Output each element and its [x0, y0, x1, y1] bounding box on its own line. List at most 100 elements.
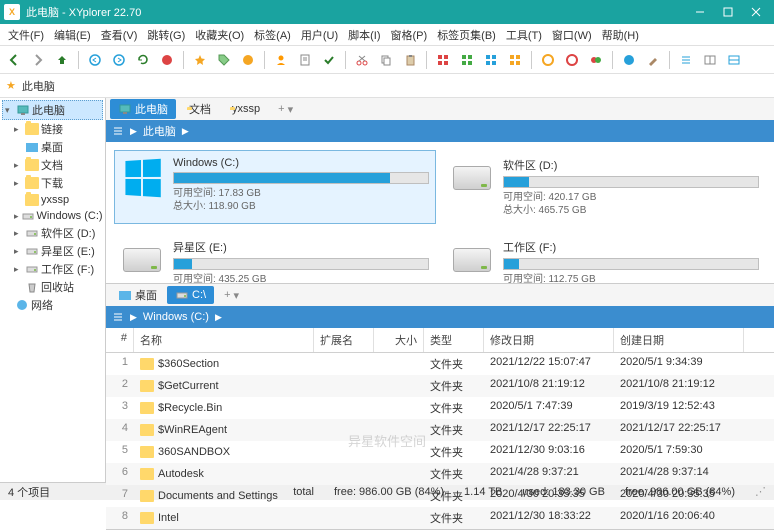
tree-item[interactable]: ▸工作区 (F:)	[2, 260, 103, 278]
script-icon[interactable]	[295, 50, 315, 70]
panel2-icon[interactable]	[724, 50, 744, 70]
table-row[interactable]: 1$360Section文件夹2021/12/22 15:07:472020/5…	[106, 353, 774, 375]
col-ext[interactable]: 扩展名	[314, 328, 374, 352]
tree-twisty-icon[interactable]: ▸	[14, 124, 23, 135]
tab[interactable]: 文档	[178, 99, 219, 119]
up-button[interactable]	[52, 50, 72, 70]
grid-red-icon[interactable]	[433, 50, 453, 70]
table-row[interactable]: 8Intel文件夹2021/12/30 18:33:222020/1/16 20…	[106, 507, 774, 529]
user-icon[interactable]	[271, 50, 291, 70]
minimize-button[interactable]	[686, 0, 714, 24]
breadcrumb-segment[interactable]: Windows (C:)	[143, 311, 209, 323]
grid-green-icon[interactable]	[457, 50, 477, 70]
hamburger-icon[interactable]	[112, 311, 124, 323]
table-row[interactable]: 4$WinREAgent文件夹2021/12/17 22:25:172021/1…	[106, 419, 774, 441]
menu-item[interactable]: 标签页集(B)	[433, 25, 500, 45]
tab-add-button[interactable]: + ▾	[270, 101, 301, 118]
file-list-header[interactable]: # 名称 扩展名 大小 类型 修改日期 创建日期	[106, 328, 774, 353]
menu-item[interactable]: 收藏夹(O)	[191, 25, 248, 45]
menu-item[interactable]: 窗格(P)	[387, 25, 432, 45]
tree-item[interactable]: ▸异星区 (E:)	[2, 242, 103, 260]
circle-red-icon[interactable]	[562, 50, 582, 70]
col-index[interactable]: #	[106, 328, 134, 352]
col-type[interactable]: 类型	[424, 328, 484, 352]
tag-icon[interactable]	[214, 50, 234, 70]
breadcrumb-segment[interactable]: 此电脑	[143, 123, 176, 139]
close-button[interactable]	[742, 0, 770, 24]
address-text[interactable]: 此电脑	[22, 78, 55, 94]
forward-button[interactable]	[28, 50, 48, 70]
menu-item[interactable]: 标签(A)	[250, 25, 295, 45]
hamburger-icon[interactable]	[112, 125, 124, 137]
star-icon[interactable]: ★	[6, 79, 16, 92]
tree-item[interactable]: 桌面	[2, 138, 103, 156]
resize-grip-icon[interactable]: ⋰	[755, 485, 766, 498]
menu-item[interactable]: 工具(T)	[502, 25, 546, 45]
menu-item[interactable]: 查看(V)	[97, 25, 142, 45]
col-name[interactable]: 名称	[134, 328, 314, 352]
drive-tile[interactable]: 软件区 (D:)可用空间: 420.17 GB总大小: 465.75 GB	[444, 150, 766, 224]
file-list-body[interactable]: 1$360Section文件夹2021/12/22 15:07:472020/5…	[106, 353, 774, 529]
tree-twisty-icon[interactable]: ▸	[14, 211, 19, 222]
table-row[interactable]: 5360SANDBOX文件夹2021/12/30 9:03:162020/5/1…	[106, 441, 774, 463]
tree-twisty-icon[interactable]: ▸	[14, 228, 23, 239]
tree-item[interactable]: yxssp	[2, 192, 103, 208]
stop-button[interactable]	[157, 50, 177, 70]
menu-item[interactable]: 编辑(E)	[50, 25, 95, 45]
tree-item[interactable]: ▾此电脑	[2, 100, 103, 120]
tree-twisty-icon[interactable]: ▾	[5, 105, 14, 116]
tree-twisty-icon[interactable]: ▸	[14, 264, 23, 275]
circle-yellow-icon[interactable]	[538, 50, 558, 70]
drive-tile[interactable]: 工作区 (F:)可用空间: 112.75 GB总大小: 118.90 GB	[444, 232, 766, 283]
menu-item[interactable]: 脚本(I)	[344, 25, 384, 45]
tree-twisty-icon[interactable]: ▸	[14, 178, 23, 189]
tree-item[interactable]: 回收站	[2, 278, 103, 296]
copy-icon[interactable]	[376, 50, 396, 70]
brush-icon[interactable]	[643, 50, 663, 70]
tab-add-button[interactable]: + ▾	[216, 287, 247, 304]
tab[interactable]: 桌面	[110, 285, 165, 305]
list-icon[interactable]	[676, 50, 696, 70]
refresh-button[interactable]	[133, 50, 153, 70]
tab[interactable]: yxssp	[221, 101, 268, 117]
palette-icon[interactable]	[619, 50, 639, 70]
tree-item[interactable]: ▸软件区 (D:)	[2, 224, 103, 242]
maximize-button[interactable]	[714, 0, 742, 24]
tree-twisty-icon[interactable]: ▸	[14, 160, 23, 171]
col-modified[interactable]: 修改日期	[484, 328, 614, 352]
tree-item[interactable]: ▸文档	[2, 156, 103, 174]
cut-icon[interactable]	[352, 50, 372, 70]
tree-item[interactable]: ▸Windows (C:)	[2, 208, 103, 224]
tree-item[interactable]: 网络	[2, 296, 103, 314]
drive-tile[interactable]: Windows (C:)可用空间: 17.83 GB总大小: 118.90 GB	[114, 150, 436, 224]
tab[interactable]: C:\	[167, 286, 214, 304]
menu-item[interactable]: 用户(U)	[297, 25, 342, 45]
table-row[interactable]: 2$GetCurrent文件夹2021/10/8 21:19:122021/10…	[106, 375, 774, 397]
col-created[interactable]: 创建日期	[614, 328, 744, 352]
drive-tile[interactable]: 异星区 (E:)可用空间: 435.25 GB总大小: 465.75 GB	[114, 232, 436, 283]
tree-twisty-icon[interactable]: ▸	[14, 246, 23, 257]
back-button[interactable]	[4, 50, 24, 70]
menu-item[interactable]: 跳转(G)	[143, 25, 189, 45]
history-back-button[interactable]	[85, 50, 105, 70]
menu-item[interactable]: 窗口(W)	[548, 25, 596, 45]
grid-blue-icon[interactable]	[481, 50, 501, 70]
home-icon[interactable]	[238, 50, 258, 70]
tree-item[interactable]: ▸下载	[2, 174, 103, 192]
history-forward-button[interactable]	[109, 50, 129, 70]
menu-item[interactable]: 文件(F)	[4, 25, 48, 45]
col-size[interactable]: 大小	[374, 328, 424, 352]
grid-yellow-icon[interactable]	[505, 50, 525, 70]
panel-icon[interactable]	[700, 50, 720, 70]
pane-bottom-breadcrumb[interactable]: ▶ Windows (C:) ▶	[106, 306, 774, 328]
folder-tree[interactable]: ▾此电脑▸链接桌面▸文档▸下载yxssp▸Windows (C:)▸软件区 (D…	[0, 98, 106, 482]
circle-mix-icon[interactable]	[586, 50, 606, 70]
table-row[interactable]: 6Autodesk文件夹2021/4/28 9:37:212021/4/28 9…	[106, 463, 774, 485]
check-icon[interactable]	[319, 50, 339, 70]
favorite-icon[interactable]	[190, 50, 210, 70]
pane-top-breadcrumb[interactable]: ▶ 此电脑 ▶	[106, 120, 774, 142]
paste-icon[interactable]	[400, 50, 420, 70]
menu-item[interactable]: 帮助(H)	[598, 25, 643, 45]
tab[interactable]: 此电脑	[110, 99, 176, 119]
table-row[interactable]: 3$Recycle.Bin文件夹2020/5/1 7:47:392019/3/1…	[106, 397, 774, 419]
